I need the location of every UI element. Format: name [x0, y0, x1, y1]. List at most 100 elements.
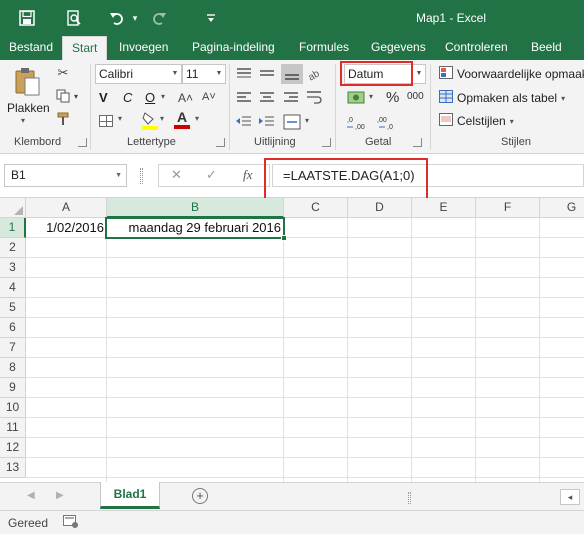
alignment-dialog-launcher[interactable] [322, 138, 331, 147]
tab-invoegen[interactable]: Invoegen [119, 36, 168, 60]
font-name-combo[interactable]: Calibri ▼ [95, 64, 182, 84]
name-box[interactable]: B1 ▼ [4, 164, 127, 187]
tab-beeld[interactable]: Beeld [531, 36, 562, 60]
macro-record-icon[interactable] [63, 515, 79, 532]
thousands-separator-button[interactable]: 000 [407, 91, 424, 102]
bold-button[interactable]: V [99, 90, 108, 105]
enter-icon[interactable]: ✓ [206, 167, 217, 183]
clipboard-group-label: Klembord [14, 136, 62, 148]
insert-function-icon[interactable]: fx [243, 167, 252, 183]
column-header-a[interactable]: A [26, 198, 107, 218]
tab-bestand[interactable]: Bestand [9, 36, 53, 60]
increase-indent-icon[interactable] [259, 115, 275, 132]
merge-center-icon[interactable] [283, 114, 301, 133]
orientation-icon[interactable]: ab [306, 65, 322, 84]
align-top-icon[interactable] [236, 67, 252, 84]
row-header-5[interactable]: 5 [0, 298, 26, 318]
paste-dropdown-icon[interactable]: ▾ [21, 116, 25, 125]
align-middle-icon[interactable] [259, 67, 275, 84]
copy-icon[interactable] [54, 87, 72, 105]
column-header-f[interactable]: F [476, 198, 540, 218]
shrink-font-icon[interactable]: A˅ [202, 91, 216, 103]
font-name-dropdown-icon[interactable]: ▼ [168, 65, 181, 83]
tab-formules[interactable]: Formules [299, 36, 349, 60]
column-header-c[interactable]: C [284, 198, 348, 218]
row-header-6[interactable]: 6 [0, 318, 26, 338]
row-header-4[interactable]: 4 [0, 278, 26, 298]
tab-controleren[interactable]: Controleren [445, 36, 508, 60]
clipboard-dialog-launcher[interactable] [78, 138, 87, 147]
font-color-dropdown-icon[interactable]: ▾ [195, 114, 199, 123]
row-header-13[interactable]: 13 [0, 458, 26, 478]
gridline [26, 357, 584, 358]
align-right-icon[interactable] [283, 91, 299, 108]
add-sheet-button[interactable]: + [192, 488, 208, 504]
align-bottom-icon[interactable] [281, 64, 303, 84]
worksheet-grid[interactable]: A B C D E F G 1 2 3 4 5 6 7 8 9 10 11 12… [0, 198, 584, 482]
column-header-g[interactable]: G [540, 198, 584, 218]
borders-dropdown-icon[interactable]: ▾ [118, 114, 122, 123]
paste-button-label[interactable]: Plakken [7, 101, 50, 115]
column-header-d[interactable]: D [348, 198, 412, 218]
wrap-text-icon[interactable] [306, 89, 322, 108]
font-dialog-launcher[interactable] [216, 138, 225, 147]
row-header-2[interactable]: 2 [0, 238, 26, 258]
fill-color-icon[interactable] [141, 110, 159, 130]
tab-gegevens[interactable]: Gegevens [371, 36, 426, 60]
cell-a1[interactable]: 1/02/2016 [27, 218, 105, 237]
row-header-7[interactable]: 7 [0, 338, 26, 358]
column-header-e[interactable]: E [412, 198, 476, 218]
align-left-icon[interactable] [236, 91, 252, 108]
currency-icon[interactable] [347, 89, 367, 110]
underline-button[interactable]: O [145, 90, 155, 105]
sheet-tab-blad1[interactable]: Blad1 [100, 482, 160, 509]
cell-styles-button[interactable]: Celstijlen ▾ [439, 113, 514, 129]
next-sheet-icon[interactable]: ▶ [56, 490, 64, 501]
row-header-3[interactable]: 3 [0, 258, 26, 278]
conditional-formatting-button[interactable]: Voorwaardelijke opmaak [439, 66, 584, 82]
tab-pagina-indeling[interactable]: Pagina-indeling [192, 36, 275, 60]
row-header-1[interactable]: 1 [0, 218, 26, 238]
number-dialog-launcher[interactable] [413, 138, 422, 147]
gridline [26, 257, 584, 258]
row-header-8[interactable]: 8 [0, 358, 26, 378]
grow-font-icon[interactable]: A˄ [178, 91, 193, 105]
format-painter-icon[interactable] [54, 110, 72, 128]
merge-dropdown-icon[interactable]: ▾ [305, 116, 309, 125]
percent-button[interactable]: % [386, 89, 399, 106]
font-size-dropdown-icon[interactable]: ▼ [212, 65, 225, 83]
prev-sheet-icon[interactable]: ◀ [27, 490, 35, 501]
font-color-icon[interactable]: A [174, 110, 190, 130]
currency-dropdown-icon[interactable]: ▾ [369, 92, 373, 101]
name-box-dropdown-icon[interactable]: ▼ [115, 165, 122, 186]
italic-button[interactable]: C [123, 90, 132, 105]
copy-dropdown-icon[interactable]: ▾ [72, 87, 80, 105]
scroll-left-button[interactable]: ◂ [560, 489, 580, 505]
decrease-decimals-button[interactable]: ,00,0 [377, 116, 399, 132]
row-header-10[interactable]: 10 [0, 398, 26, 418]
decrease-indent-icon[interactable] [236, 115, 252, 132]
fill-handle[interactable] [281, 235, 287, 241]
cut-icon[interactable]: ✂ [54, 64, 72, 82]
row-header-9[interactable]: 9 [0, 378, 26, 398]
format-as-table-button[interactable]: Opmaken als tabel ▾ [439, 90, 565, 106]
fill-color-dropdown-icon[interactable]: ▾ [160, 114, 164, 123]
gridline [26, 437, 584, 438]
formula-bar: B1 ▼ ✕ ✓ fx =LAATSTE.DAG(A1;0) [0, 154, 584, 207]
borders-icon[interactable] [99, 115, 113, 130]
cancel-icon[interactable]: ✕ [171, 167, 182, 183]
row-header-11[interactable]: 11 [0, 418, 26, 438]
row-header-12[interactable]: 12 [0, 438, 26, 458]
number-format-dropdown-icon[interactable]: ▼ [412, 65, 425, 83]
gridline [26, 457, 584, 458]
select-all-button[interactable] [0, 198, 26, 218]
font-size-combo[interactable]: 11 ▼ [182, 64, 226, 84]
align-center-icon[interactable] [259, 91, 275, 108]
column-header-b[interactable]: B [107, 198, 284, 218]
tab-split-handle[interactable] [408, 492, 411, 504]
increase-decimals-button[interactable]: ,0,00 [347, 116, 369, 132]
tab-start[interactable]: Start [62, 36, 108, 60]
underline-dropdown-icon[interactable]: ▾ [161, 92, 165, 101]
name-box-resize-handle[interactable] [140, 168, 143, 184]
paste-icon[interactable] [12, 66, 42, 98]
